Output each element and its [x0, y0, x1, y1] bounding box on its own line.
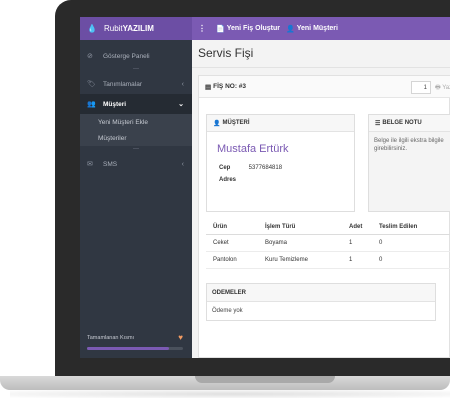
payments-panel: ODEMELER Ödeme yok: [206, 283, 436, 321]
address-label: Adres: [219, 177, 237, 183]
column-header-product: Ürün: [206, 220, 258, 235]
sidebar-item-definitions[interactable]: 🏷 Tanımlamalar ‹: [80, 74, 192, 94]
completion-progress-bar: [87, 347, 183, 350]
column-header-operation: İşlem Türü: [258, 220, 342, 235]
cell-quantity: 1: [342, 234, 372, 252]
chevron-left-icon: ‹: [181, 160, 184, 168]
user-icon: 👤: [213, 120, 221, 127]
envelope-icon: ✉: [87, 161, 93, 168]
items-table: Ürün İşlem Türü Adet Teslim Edilen Ceket…: [206, 220, 450, 269]
laptop-notch: [195, 376, 335, 383]
note-text[interactable]: Belge ile ilgili ekstra bilgile girebili…: [374, 137, 450, 153]
sidebar-item-sms[interactable]: ✉ SMS ‹: [80, 154, 192, 174]
brand-prefix: Rubit: [103, 24, 123, 33]
sidebar-divider: —: [133, 66, 139, 72]
drop-icon: 💧: [87, 24, 97, 33]
note-panel-header: ☰ BELGE NOTU: [369, 115, 450, 132]
brand-logo[interactable]: 💧 Rubit YAZILIM: [80, 17, 192, 40]
page-title: Servis Fişi: [198, 46, 254, 60]
sidebar-item-customer[interactable]: 👥 Müşteri ⌄: [80, 94, 192, 114]
title-divider: [192, 67, 450, 68]
phone-value: 5377684818: [248, 165, 283, 171]
chevron-down-icon: ⌄: [178, 101, 184, 108]
note-line: Belge ile ilgili ekstra bilgile: [374, 138, 444, 144]
sidebar-submenu: Yeni Müşteri Ekle Müşteriler: [80, 114, 192, 146]
new-customer-link[interactable]: 👤 Yeni Müşteri: [286, 25, 338, 33]
tag-icon: 🏷: [87, 81, 96, 88]
user-icon: 👤: [286, 25, 295, 33]
column-header-delivered: Teslim Edilen: [372, 220, 450, 235]
cell-delivered: 0: [372, 251, 450, 269]
phone-label: Cep: [219, 165, 231, 171]
list-icon: ☰: [375, 120, 381, 127]
sidebar-item-dashboard[interactable]: ⊘ Gösterge Paneli: [80, 46, 192, 66]
customer-phone-row: Cep 5377684818: [219, 165, 282, 171]
completion-label: Tamamlanan Kısmı: [87, 335, 135, 341]
chevron-left-icon: ‹: [181, 80, 184, 88]
sidebar-subitem-add-customer[interactable]: Yeni Müşteri Ekle: [80, 114, 192, 130]
customer-panel-header: 👤 MÜŞTERİ: [207, 115, 354, 132]
sidebar-item-label: SMS: [103, 160, 118, 168]
laptop-mockup: 💧 Rubit YAZILIM ⋮ 📄 Yeni Fiş Oluştur 👤 Ye…: [0, 0, 450, 400]
sidebar: ⊘ Gösterge Paneli — 🏷 Tanımlamalar ‹ 👥 M…: [80, 40, 192, 358]
cell-operation: Boyama: [258, 234, 342, 252]
customer-address-row: Adres: [219, 177, 247, 183]
print-button[interactable]: 🖶 Yaz: [435, 83, 450, 93]
column-header-quantity: Adet: [342, 220, 372, 235]
document-icon: 📄: [216, 25, 225, 33]
sidebar-item-label: Tanımlamalar: [103, 80, 143, 88]
cell-operation: Kuru Temizleme: [258, 251, 342, 269]
heart-icon: ♥: [178, 333, 183, 342]
copies-input[interactable]: 1: [411, 81, 431, 94]
completion-widget: Tamamlanan Kısmı ♥: [80, 328, 192, 358]
sidebar-item-label: Müşteri: [103, 100, 127, 108]
cell-product: Ceket: [206, 234, 258, 252]
new-receipt-label: Yeni Fiş Oluştur: [226, 25, 281, 32]
cell-product: Pantolon: [206, 251, 258, 269]
sidebar-item-label: Gösterge Paneli: [103, 52, 150, 60]
cell-quantity: 1: [342, 251, 372, 269]
customer-panel-title: MÜŞTERİ: [222, 120, 250, 126]
receipt-icon: ▤: [205, 83, 212, 91]
table-row[interactable]: Ceket Boyama 1 0: [206, 234, 450, 252]
dashboard-icon: ⊘: [87, 53, 93, 60]
completion-progress-fill: [87, 347, 169, 350]
brand-strong: YAZILIM: [122, 24, 154, 33]
note-panel-title: BELGE NOTU: [382, 120, 422, 126]
customer-panel: 👤 MÜŞTERİ Mustafa Ertürk Cep 5377684818 …: [206, 114, 355, 212]
cell-delivered: 0: [372, 234, 450, 252]
payments-empty-text: Ödeme yok: [212, 308, 243, 314]
app-screen: 💧 Rubit YAZILIM ⋮ 📄 Yeni Fiş Oluştur 👤 Ye…: [80, 17, 450, 358]
sidebar-toggle-icon[interactable]: ⋮: [198, 24, 206, 33]
note-line: girebilirsiniz.: [374, 146, 408, 152]
table-header-row: Ürün İşlem Türü Adet Teslim Edilen: [206, 220, 450, 235]
customer-name[interactable]: Mustafa Ertürk: [217, 143, 289, 155]
laptop-shadow: [10, 390, 450, 398]
table-row[interactable]: Pantolon Kuru Temizleme 1 0: [206, 251, 450, 269]
payments-panel-title: ODEMELER: [207, 284, 435, 302]
new-receipt-link[interactable]: 📄 Yeni Fiş Oluştur: [216, 25, 280, 33]
receipt-number: FİŞ NO: #3: [213, 83, 247, 90]
sidebar-divider: —: [133, 146, 139, 152]
sidebar-subitem-customers[interactable]: Müşteriler: [80, 130, 192, 146]
note-panel: ☰ BELGE NOTU Belge ile ilgili ekstra bil…: [368, 114, 450, 212]
users-icon: 👥: [87, 101, 96, 108]
top-navbar: 💧 Rubit YAZILIM ⋮ 📄 Yeni Fiş Oluştur 👤 Ye…: [80, 17, 450, 40]
new-customer-label: Yeni Müşteri: [296, 25, 338, 32]
